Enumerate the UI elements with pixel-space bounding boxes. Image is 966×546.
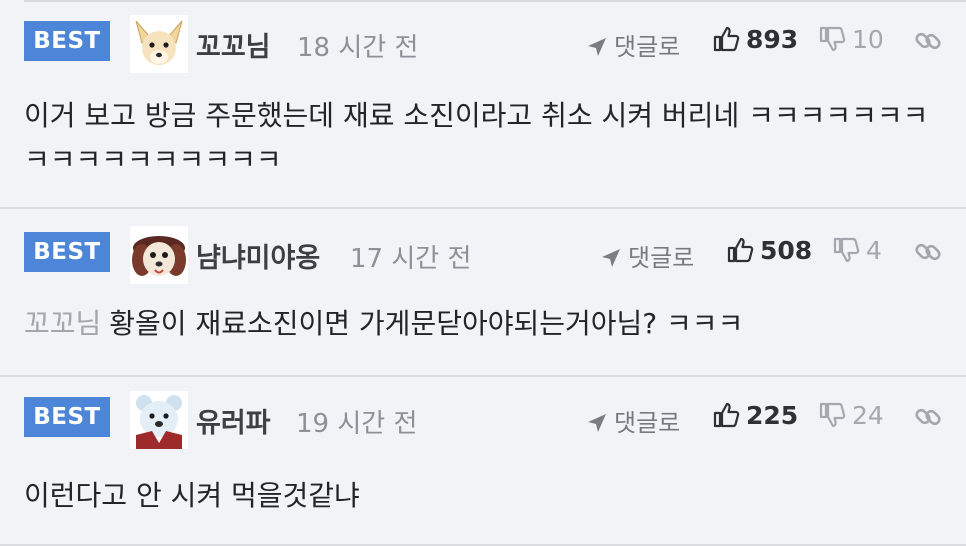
reply-label: 댓글로 (614, 409, 681, 437)
polar-bear-avatar-icon[interactable] (130, 391, 188, 449)
timestamp: 18 시간 전 (297, 33, 419, 63)
mention-tag[interactable]: 꼬꼬님 (24, 307, 101, 340)
thumbs-up-icon (726, 236, 754, 264)
author-nickname[interactable]: 유러파 (196, 401, 271, 440)
chihuahua-avatar-icon[interactable] (130, 15, 188, 73)
thumbs-up-icon (712, 25, 740, 53)
thumbs-down-icon (818, 401, 846, 429)
link-icon[interactable] (914, 27, 942, 55)
thumbs-down-icon (818, 25, 846, 53)
comment-header: BEST 냠냐미야옹 17 시간 전 댓글로 508 4 (24, 226, 942, 284)
dislike-count: 24 (852, 401, 884, 430)
reply-button[interactable]: 댓글로 (600, 238, 694, 273)
reply-button[interactable]: 댓글로 (586, 403, 680, 438)
dislike-count: 10 (852, 25, 884, 54)
reply-button[interactable]: 댓글로 (586, 27, 680, 62)
like-button[interactable]: 225 (712, 401, 798, 430)
reply-label: 댓글로 (628, 244, 695, 272)
like-count: 508 (760, 236, 813, 265)
dislike-button[interactable]: 24 (818, 401, 884, 430)
reply-arrow-icon (600, 247, 622, 269)
comment-header: BEST 유러파 19 시간 전 댓글로 225 24 (24, 391, 942, 449)
dislike-button[interactable]: 4 (832, 236, 882, 265)
like-count: 893 (746, 25, 799, 54)
comment-text: 이거 보고 방금 주문했는데 재료 소진이라고 취소 시켜 버리네 ㅋㅋㅋㅋㅋㅋ… (24, 99, 929, 176)
comment-text-container: 꼬꼬님 황올이 재료소진이면 가게문닫아야되는거아님? ㅋㅋㅋ (24, 302, 936, 346)
best-badge: BEST (24, 397, 110, 437)
link-icon[interactable] (914, 403, 942, 431)
comment-item: BEST 꼬꼬님 18 시간 전 댓글로 893 10 이거 보고 방금 주문했… (0, 0, 966, 209)
comment-item: BEST 유러파 19 시간 전 댓글로 225 24 이런다고 안 시켜 먹을… (0, 377, 966, 546)
link-icon[interactable] (914, 238, 942, 266)
author-nickname[interactable]: 냠냐미야옹 (196, 236, 320, 275)
reply-arrow-icon (586, 36, 608, 58)
comment-header: BEST 꼬꼬님 18 시간 전 댓글로 893 10 (24, 15, 942, 73)
comment-text: 황올이 재료소진이면 가게문닫아야되는거아님? ㅋㅋㅋ (109, 307, 744, 340)
comment-text: 이런다고 안 시켜 먹을것같냐 (24, 479, 360, 512)
timestamp: 17 시간 전 (350, 244, 472, 274)
best-badge: BEST (24, 232, 110, 272)
comment-item: BEST 냠냐미야옹 17 시간 전 댓글로 508 4 꼬꼬님 황올이 재료소… (0, 209, 966, 377)
best-badge: BEST (24, 21, 110, 61)
like-button[interactable]: 893 (712, 25, 798, 54)
puppy-avatar-icon[interactable] (130, 226, 188, 284)
like-count: 225 (746, 401, 799, 430)
author-nickname[interactable]: 꼬꼬님 (196, 25, 271, 64)
like-button[interactable]: 508 (726, 236, 812, 265)
comment-list: BEST 꼬꼬님 18 시간 전 댓글로 893 10 이거 보고 방금 주문했… (0, 0, 966, 546)
thumbs-up-icon (712, 401, 740, 429)
dislike-count: 4 (866, 236, 882, 265)
dislike-button[interactable]: 10 (818, 25, 884, 54)
reply-arrow-icon (586, 412, 608, 434)
timestamp: 19 시간 전 (296, 409, 418, 439)
thumbs-down-icon (832, 236, 860, 264)
reply-label: 댓글로 (614, 33, 681, 61)
